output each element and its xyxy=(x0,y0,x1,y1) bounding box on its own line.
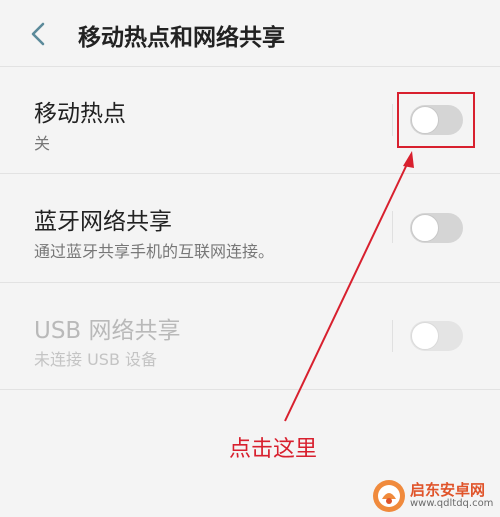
watermark-name: 启东安卓网 xyxy=(410,480,486,499)
watermark: 启东安卓网 www.qdltdq.com xyxy=(372,478,493,514)
setting-subtitle: 未连接 USB 设备 xyxy=(34,350,158,369)
toggle-knob xyxy=(411,322,439,350)
page-title: 移动热点和网络共享 xyxy=(78,25,285,51)
setting-title: USB 网络共享 xyxy=(34,318,181,344)
vertical-divider xyxy=(392,211,393,243)
header-bar: 移动热点和网络共享 xyxy=(0,0,500,66)
setting-subtitle: 通过蓝牙共享手机的互联网连接。 xyxy=(34,242,275,261)
setting-subtitle: 关 xyxy=(34,134,51,153)
watermark-url: www.qdltdq.com xyxy=(410,497,494,509)
toggle-knob xyxy=(411,214,439,242)
usb-tethering-toggle xyxy=(410,321,463,351)
vertical-divider xyxy=(392,320,393,352)
divider xyxy=(0,389,500,390)
back-chevron-icon[interactable] xyxy=(26,20,50,48)
annotation-label: 点击这里 xyxy=(229,437,318,462)
setting-row-bluetooth-tethering[interactable]: 蓝牙网络共享 通过蓝牙共享手机的互联网连接。 xyxy=(0,174,500,282)
watermark-logo-icon xyxy=(373,480,405,512)
highlight-box xyxy=(397,92,475,148)
bluetooth-tethering-toggle[interactable] xyxy=(410,213,463,243)
setting-row-usb-tethering: USB 网络共享 未连接 USB 设备 xyxy=(0,283,500,389)
vertical-divider xyxy=(392,104,393,136)
setting-title: 移动热点 xyxy=(34,101,126,127)
setting-title: 蓝牙网络共享 xyxy=(34,209,172,235)
